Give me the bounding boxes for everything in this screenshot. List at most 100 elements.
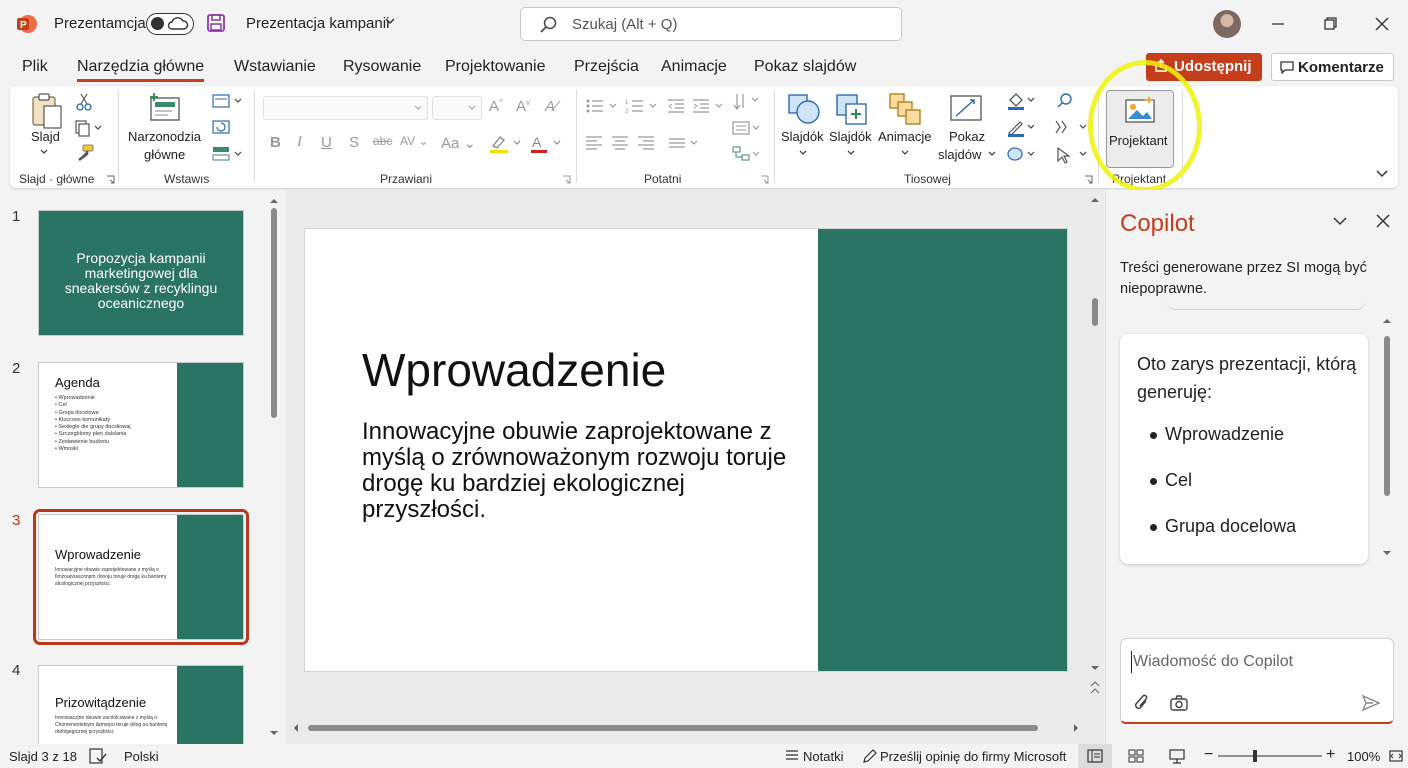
decrease-font-icon[interactable]: Av [516,98,530,115]
slides-button-label[interactable]: Slajdók [781,129,824,144]
save-icon[interactable] [206,13,226,33]
layout-icon[interactable] [212,93,246,109]
language-indicator[interactable]: Polski [124,749,159,764]
text-direction-icon[interactable] [732,92,762,112]
tab-insert[interactable]: Wstawianie [234,58,316,76]
slide-sorter-icon[interactable] [1128,749,1144,763]
tab-file[interactable]: Plik [22,58,48,76]
paste-icon[interactable] [30,92,64,130]
document-title[interactable]: Prezentacja kampanii [246,15,389,32]
notes-button[interactable]: Notatki [803,749,843,764]
numbering-icon[interactable]: 12 [625,98,659,114]
tab-home[interactable]: Narzędzia główne [77,58,205,82]
tab-slideshow[interactable]: Pokaz slajdów [754,58,856,76]
feedback-pen-icon[interactable] [862,748,878,764]
font-size-combo[interactable] [432,96,482,120]
dialog-launcher-icon[interactable] [562,175,571,184]
justify-icon[interactable] [668,136,702,150]
slide-thumbnail-1[interactable]: Propozycja kampanii marketingowej dla sn… [38,210,244,336]
slide-counter[interactable]: Slajd 3 z 18 [9,749,77,764]
send-icon[interactable] [1361,694,1381,712]
thumbnails-scrollbar[interactable] [268,196,280,744]
increase-indent-icon[interactable] [692,98,726,114]
chevron-down-icon[interactable] [799,150,807,156]
decrease-indent-icon[interactable] [667,98,685,114]
close-icon[interactable] [1376,214,1390,228]
dialog-launcher-icon[interactable] [1084,175,1093,184]
slideshow-icon[interactable] [948,92,984,126]
tools-label-line2[interactable]: główne [144,147,185,162]
spellcheck-icon[interactable] [89,748,107,764]
shapes-icon[interactable] [786,92,822,126]
tab-draw[interactable]: Rysowanie [343,58,421,76]
slide-vertical-scrollbar[interactable] [1088,194,1102,702]
chevron-down-icon[interactable] [385,17,395,25]
attach-icon[interactable] [1133,693,1151,713]
increase-font-icon[interactable]: A^ [489,98,503,115]
current-slide[interactable]: Wprowadzenie Innowacyjne obuwie zaprojek… [304,228,1068,672]
reset-icon[interactable] [212,119,230,135]
animations-icon[interactable] [888,92,922,126]
autosave-toggle[interactable] [146,13,194,35]
chevron-down-icon[interactable] [1332,216,1348,226]
notes-icon[interactable] [785,749,799,762]
zoom-level[interactable]: 100% [1347,749,1380,764]
minimize-icon[interactable] [1266,12,1290,36]
copilot-scrollbar[interactable] [1380,316,1394,562]
align-center-icon[interactable] [611,136,629,150]
tools-label-line1[interactable]: Narzonodzia [128,129,201,144]
shadow-icon[interactable]: S [349,134,359,151]
chevron-down-icon[interactable] [901,150,909,156]
copilot-message-input[interactable]: Wiadomość do Copilot [1120,638,1394,724]
slide-title[interactable]: Wprowadzenie [362,343,666,397]
chevron-down-icon[interactable] [40,149,48,155]
section-icon[interactable] [212,146,246,162]
font-name-combo[interactable] [263,96,428,120]
character-spacing-icon[interactable]: AV ⌄ [400,134,429,148]
align-text-icon[interactable] [732,120,762,136]
tab-animations[interactable]: Animacje [661,58,727,76]
reading-view-icon[interactable] [1168,748,1186,764]
slide-horizontal-scrollbar[interactable] [290,720,1082,736]
align-right-icon[interactable] [637,136,655,150]
shape-fill-icon[interactable] [1006,92,1036,110]
align-left-icon[interactable] [585,136,603,150]
font-color-icon[interactable]: A [529,134,567,154]
slide-button-label[interactable]: Slajd [31,129,60,144]
copy-icon[interactable] [74,119,104,137]
chevron-down-icon[interactable] [988,151,996,157]
new-slide-plus-icon[interactable] [834,92,868,126]
clear-formatting-icon[interactable]: A⁄ [545,98,558,115]
normal-view-button[interactable] [1078,744,1112,768]
collapse-ribbon-icon[interactable] [1376,170,1388,178]
tab-transitions[interactable]: Przejścia [574,58,639,76]
tab-design[interactable]: Projektowanie [445,58,546,76]
format-painter-icon[interactable] [75,144,95,162]
camera-icon[interactable] [1169,694,1189,712]
shape-outline-icon[interactable] [1006,119,1036,137]
new-slide-icon[interactable] [148,92,182,124]
comments-button[interactable]: Komentarze [1271,53,1394,81]
user-avatar[interactable] [1213,10,1241,38]
dialog-launcher-icon[interactable] [760,175,769,184]
animations-button-label[interactable]: Animacje [878,129,931,144]
strikethrough-icon[interactable]: abc [373,134,392,148]
feedback-button[interactable]: Prześlij opinię do firmy Microsoft [880,749,1066,764]
bold-icon[interactable]: B [270,134,281,151]
shape-effects-icon[interactable] [1006,146,1036,164]
change-case-icon[interactable]: Aa ⌄ [441,134,476,152]
highlight-icon[interactable] [488,134,526,154]
select-icon[interactable] [1054,146,1088,164]
restore-icon[interactable] [1318,12,1342,36]
slides-button-label-2[interactable]: Slajdók [829,129,872,144]
dialog-launcher-icon[interactable] [106,175,115,184]
close-window-icon[interactable] [1370,12,1394,36]
slide-thumbnail-2[interactable]: Agenda Wprowadzenie Cel Grepa docelowa K… [38,362,244,488]
slideshow-label-line1[interactable]: Pokaz [949,129,985,144]
search-box[interactable]: Szukaj (Alt + Q) [520,7,902,41]
find-icon[interactable] [1056,92,1074,110]
zoom-out-icon[interactable]: − [1204,746,1213,764]
underline-icon[interactable]: U [321,134,332,151]
replace-icon[interactable] [1054,119,1088,137]
zoom-in-icon[interactable]: + [1326,746,1335,764]
